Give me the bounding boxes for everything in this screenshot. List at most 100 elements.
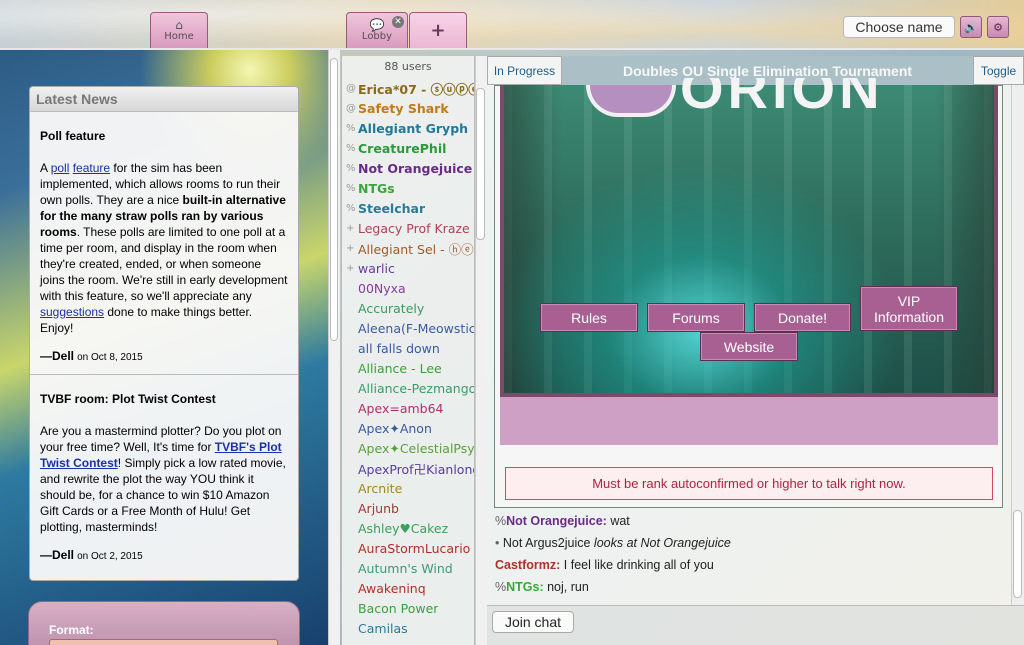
user-list-item[interactable]: Camilas bbox=[342, 618, 474, 638]
news-item-title: Poll feature bbox=[40, 129, 106, 143]
tab-lobby[interactable]: 💬 Lobby ✕ bbox=[346, 12, 408, 48]
new-tab-button[interactable]: + bbox=[409, 12, 467, 48]
user-list-item[interactable]: ApexProf卍Kianlong bbox=[342, 458, 474, 478]
message-author[interactable]: NTGs: bbox=[506, 580, 544, 594]
format-select[interactable] bbox=[49, 639, 278, 645]
forums-button[interactable]: Forums bbox=[647, 303, 745, 332]
user-list-item[interactable]: Alliance-Pezmango bbox=[342, 378, 474, 398]
message-rank: % bbox=[495, 580, 507, 594]
join-chat-button[interactable]: Join chat bbox=[492, 611, 574, 633]
website-button[interactable]: Website bbox=[700, 332, 798, 361]
user-name: ApexProf卍Kianlong bbox=[358, 461, 474, 477]
user-list-item[interactable]: Arcnite bbox=[342, 478, 474, 498]
chat-scrollbar-thumb[interactable] bbox=[1013, 510, 1022, 598]
sound-button[interactable]: 🔊 bbox=[960, 16, 982, 38]
user-name: Allegiant Sel - ⓗⓔ bbox=[358, 241, 474, 257]
user-list-item[interactable]: % Allegiant Gryph bbox=[342, 118, 474, 138]
user-list-item[interactable]: % NTGs bbox=[342, 178, 474, 198]
home-scrollbar-thumb[interactable] bbox=[330, 58, 338, 341]
message-author[interactable]: Castformz: bbox=[495, 558, 560, 572]
user-list-item[interactable]: Autumn's Wind bbox=[342, 558, 474, 578]
user-list-item[interactable]: Ashley♥Cakez bbox=[342, 518, 474, 538]
chat-bubble-icon: 💬 bbox=[369, 18, 385, 32]
banner-strip bbox=[500, 397, 998, 445]
tab-home[interactable]: ⌂ Home bbox=[150, 12, 208, 48]
user-list-item[interactable]: Bacon Power bbox=[342, 598, 474, 618]
user-rank: @ bbox=[346, 82, 356, 94]
rank-warning: Must be rank autoconfirmed or higher to … bbox=[505, 467, 993, 500]
message-text: looks at Not Orangejuice bbox=[593, 536, 731, 550]
user-list-item[interactable]: + Legacy Prof Kraze bbox=[342, 218, 474, 238]
user-list-item[interactable]: + warlic bbox=[342, 258, 474, 278]
donate-button[interactable]: Donate! bbox=[754, 303, 851, 332]
message-text: I feel like drinking all of you bbox=[563, 558, 714, 572]
user-list-item[interactable]: Apex=amb64 bbox=[342, 398, 474, 418]
news-item: TVBF room: Plot Twist Contest Are you a … bbox=[30, 374, 298, 573]
news-item-title: TVBF room: Plot Twist Contest bbox=[40, 392, 216, 406]
user-list-item[interactable]: % Not Orangejuice bbox=[342, 158, 474, 178]
user-name: Legacy Prof Kraze bbox=[358, 220, 470, 236]
gear-icon: ⚙ bbox=[993, 20, 1003, 34]
user-list-item[interactable]: Alliance - Lee bbox=[342, 358, 474, 378]
user-list-item[interactable]: % Steelchar bbox=[342, 198, 474, 218]
chat-message: Castformz: I feel like drinking all of y… bbox=[495, 558, 714, 572]
user-list-item[interactable]: AuraStormLucario bbox=[342, 538, 474, 558]
news-author: —Dell bbox=[40, 548, 75, 562]
user-name: Accurately bbox=[358, 300, 425, 316]
news-author: —Dell bbox=[40, 349, 75, 363]
user-rank: % bbox=[346, 122, 356, 134]
user-name: Alliance-Pezmango bbox=[358, 380, 474, 396]
message-text: wat bbox=[610, 514, 630, 528]
user-list-item[interactable]: all falls down bbox=[342, 338, 474, 358]
news-item-body: Are you a mastermind plotter? Do you plo… bbox=[40, 424, 286, 534]
user-rank: % bbox=[346, 202, 356, 214]
message-rank: % bbox=[495, 514, 507, 528]
user-list-item[interactable]: 00Nyxa bbox=[342, 278, 474, 298]
user-list-item[interactable]: + Allegiant Sel - ⓗⓔ bbox=[342, 238, 474, 258]
user-list-item[interactable]: Accurately bbox=[342, 298, 474, 318]
chat-message: • Not Argus2juice looks at Not Orangejui… bbox=[495, 536, 731, 550]
tab-home-label: Home bbox=[164, 31, 194, 42]
user-name: Alliance - Lee bbox=[358, 360, 442, 376]
news-item: Poll feature A poll feature for the sim … bbox=[30, 112, 298, 374]
user-list-item[interactable]: Apex✦CelestialPsy bbox=[342, 438, 474, 458]
user-name: Aleena(F-Meowstic) bbox=[358, 320, 474, 336]
toggle-button[interactable]: Toggle bbox=[973, 56, 1024, 85]
tournament-status: In Progress bbox=[487, 56, 562, 85]
news-date: on Oct 8, 2015 bbox=[77, 352, 143, 363]
vip-information-button[interactable]: VIP Information bbox=[860, 286, 958, 331]
user-name: Ashley♥Cakez bbox=[358, 520, 449, 536]
user-rank: + bbox=[346, 262, 355, 274]
user-name: Safety Shark bbox=[358, 100, 449, 116]
latest-news-panel: Latest News Poll feature A poll feature … bbox=[29, 86, 299, 581]
user-name: Allegiant Gryph bbox=[358, 120, 469, 136]
user-name: Apex✦CelestialPsy bbox=[358, 440, 474, 456]
user-rank: % bbox=[346, 182, 356, 194]
user-name: Autumn's Wind bbox=[358, 560, 453, 576]
rules-button[interactable]: Rules bbox=[540, 303, 638, 332]
choose-name-button[interactable]: Choose name bbox=[843, 16, 955, 38]
user-list-item[interactable]: Awakeninq bbox=[342, 578, 474, 598]
user-name: AuraStormLucario bbox=[358, 540, 471, 556]
message-text: noj, run bbox=[547, 580, 589, 594]
user-list-item[interactable]: @ Erica*07 - ⓢⓤⓟⓔ bbox=[342, 78, 474, 98]
user-list-item[interactable]: % CreaturePhil bbox=[342, 138, 474, 158]
user-count: 88 users bbox=[384, 60, 432, 73]
user-name: CreaturePhil bbox=[358, 140, 447, 156]
close-icon[interactable]: ✕ bbox=[392, 16, 404, 28]
user-list-item[interactable]: Aleena(F-Meowstic) bbox=[342, 318, 474, 338]
message-author[interactable]: Not Orangejuice: bbox=[506, 514, 607, 528]
message-author[interactable]: Not Argus2juice bbox=[503, 536, 591, 550]
news-item-signature: —Dell on Oct 8, 2015 bbox=[40, 348, 288, 366]
settings-button[interactable]: ⚙ bbox=[987, 16, 1009, 38]
user-list-item[interactable]: Apex✦Anon bbox=[342, 418, 474, 438]
user-list-scrollbar-thumb[interactable] bbox=[476, 88, 485, 240]
message-rank: • bbox=[495, 536, 500, 550]
news-item-body: A poll feature for the sim has been impl… bbox=[40, 161, 288, 335]
banner-logo-text: ORION bbox=[680, 78, 884, 118]
user-name: Steelchar bbox=[358, 200, 426, 216]
user-name: Arcnite bbox=[358, 480, 403, 496]
user-list-item[interactable]: @ Safety Shark bbox=[342, 98, 474, 118]
user-list-item[interactable]: Arjunb bbox=[342, 498, 474, 518]
user-rank: % bbox=[346, 142, 356, 154]
